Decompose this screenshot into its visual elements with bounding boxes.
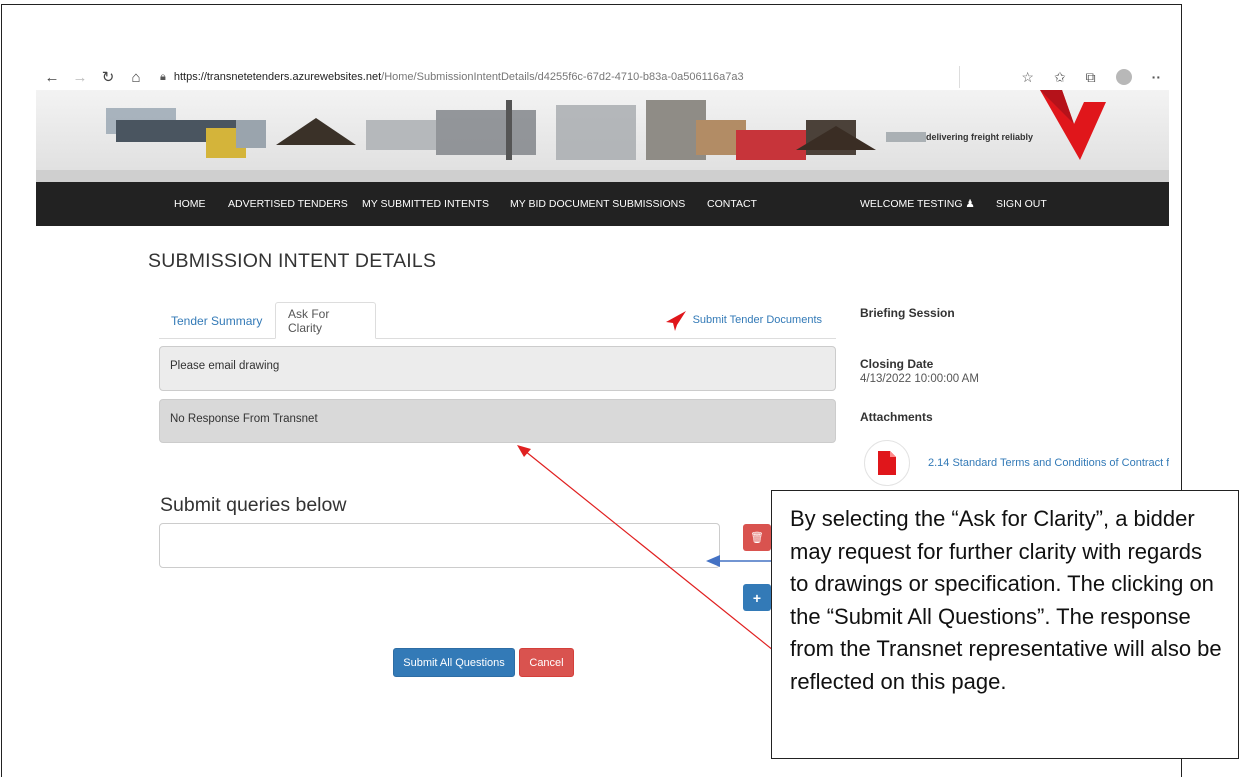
url-host: https://transnetetenders.azurewebsites.n… — [173, 71, 382, 83]
profile-icon[interactable] — [1115, 69, 1132, 85]
header-banner: delivering freight reliably — [36, 90, 1169, 182]
add-favorite-icon[interactable]: ☆ — [1021, 69, 1034, 86]
home-icon[interactable]: ⌂ — [124, 66, 148, 88]
tab-ask-for-clarity[interactable]: Ask For Clarity — [275, 302, 376, 339]
browser-actions: ☆ ✩ ⧉ ·· — [1021, 69, 1161, 86]
paper-plane-icon — [666, 311, 686, 331]
browser-toolbar: ← → ↻ ⌂ 🔒︎ https://transnetetenders.azur… — [36, 64, 1169, 90]
back-icon[interactable]: ← — [40, 66, 64, 88]
refresh-icon[interactable]: ↻ — [96, 66, 120, 88]
nav-sign-out[interactable]: SIGN OUT — [996, 198, 1047, 210]
clarity-question: Please email drawing — [159, 346, 836, 391]
nav-advertised-tenders[interactable]: ADVERTISED TENDERS — [228, 198, 348, 210]
attachments-label: Attachments — [860, 410, 933, 424]
closing-date-label: Closing Date — [860, 357, 934, 371]
query-input[interactable] — [159, 523, 720, 568]
tab-tender-summary[interactable]: Tender Summary — [159, 302, 274, 339]
plus-icon: + — [752, 589, 762, 606]
nav-home[interactable]: HOME — [174, 198, 206, 210]
attachment-link[interactable]: 2.14 Standard Terms and Conditions of Co… — [928, 457, 1169, 469]
annotation-callout: By selecting the “Ask for Clarity”, a bi… — [771, 490, 1239, 759]
main-navigation: HOME ADVERTISED TENDERS MY SUBMITTED INT… — [36, 182, 1169, 226]
trash-icon: 🗑︎ — [750, 532, 764, 544]
pdf-file-icon — [864, 440, 910, 486]
lock-icon: 🔒︎ — [160, 70, 166, 83]
url-path: /Home/SubmissionIntentDetails/d4255f6c-6… — [381, 71, 744, 83]
attachment-item[interactable]: 2.14 Standard Terms and Conditions of Co… — [860, 437, 1169, 489]
collections-icon[interactable]: ⧉ — [1086, 69, 1096, 86]
welcome-text: WELCOME TESTING — [860, 198, 963, 210]
more-menu-icon[interactable]: ·· — [1152, 69, 1161, 85]
transnet-logo-icon — [1040, 90, 1106, 160]
briefing-session-label: Briefing Session — [860, 306, 955, 320]
nav-contact[interactable]: CONTACT — [707, 198, 757, 210]
closing-date-value: 4/13/2022 10:00:00 AM — [860, 373, 979, 385]
forward-icon[interactable]: → — [68, 66, 92, 88]
nav-my-bid-document-submissions[interactable]: MY BID DOCUMENT SUBMISSIONS — [510, 198, 685, 210]
cancel-button[interactable]: Cancel — [519, 648, 574, 677]
delete-query-button[interactable]: 🗑︎ — [743, 524, 771, 551]
nav-my-submitted-intents[interactable]: MY SUBMITTED INTENTS — [362, 198, 489, 210]
detail-tabs: Tender Summary Ask For Clarity Submit Te… — [159, 302, 836, 339]
submit-queries-heading: Submit queries below — [160, 494, 347, 516]
address-bar[interactable]: 🔒︎ https://transnetetenders.azurewebsite… — [160, 66, 960, 88]
page-title: SUBMISSION INTENT DETAILS — [148, 250, 437, 272]
banner-tagline: delivering freight reliably — [926, 132, 1034, 142]
submit-tender-documents-link[interactable]: Submit Tender Documents — [693, 314, 822, 326]
nav-welcome-user[interactable]: WELCOME TESTING ♟ — [860, 198, 975, 210]
clarity-response: No Response From Transnet — [159, 399, 836, 443]
favorites-icon[interactable]: ✩ — [1054, 69, 1066, 86]
user-icon: ♟ — [965, 198, 975, 210]
add-query-button[interactable]: + — [743, 584, 771, 611]
submit-all-questions-button[interactable]: Submit All Questions — [393, 648, 515, 677]
